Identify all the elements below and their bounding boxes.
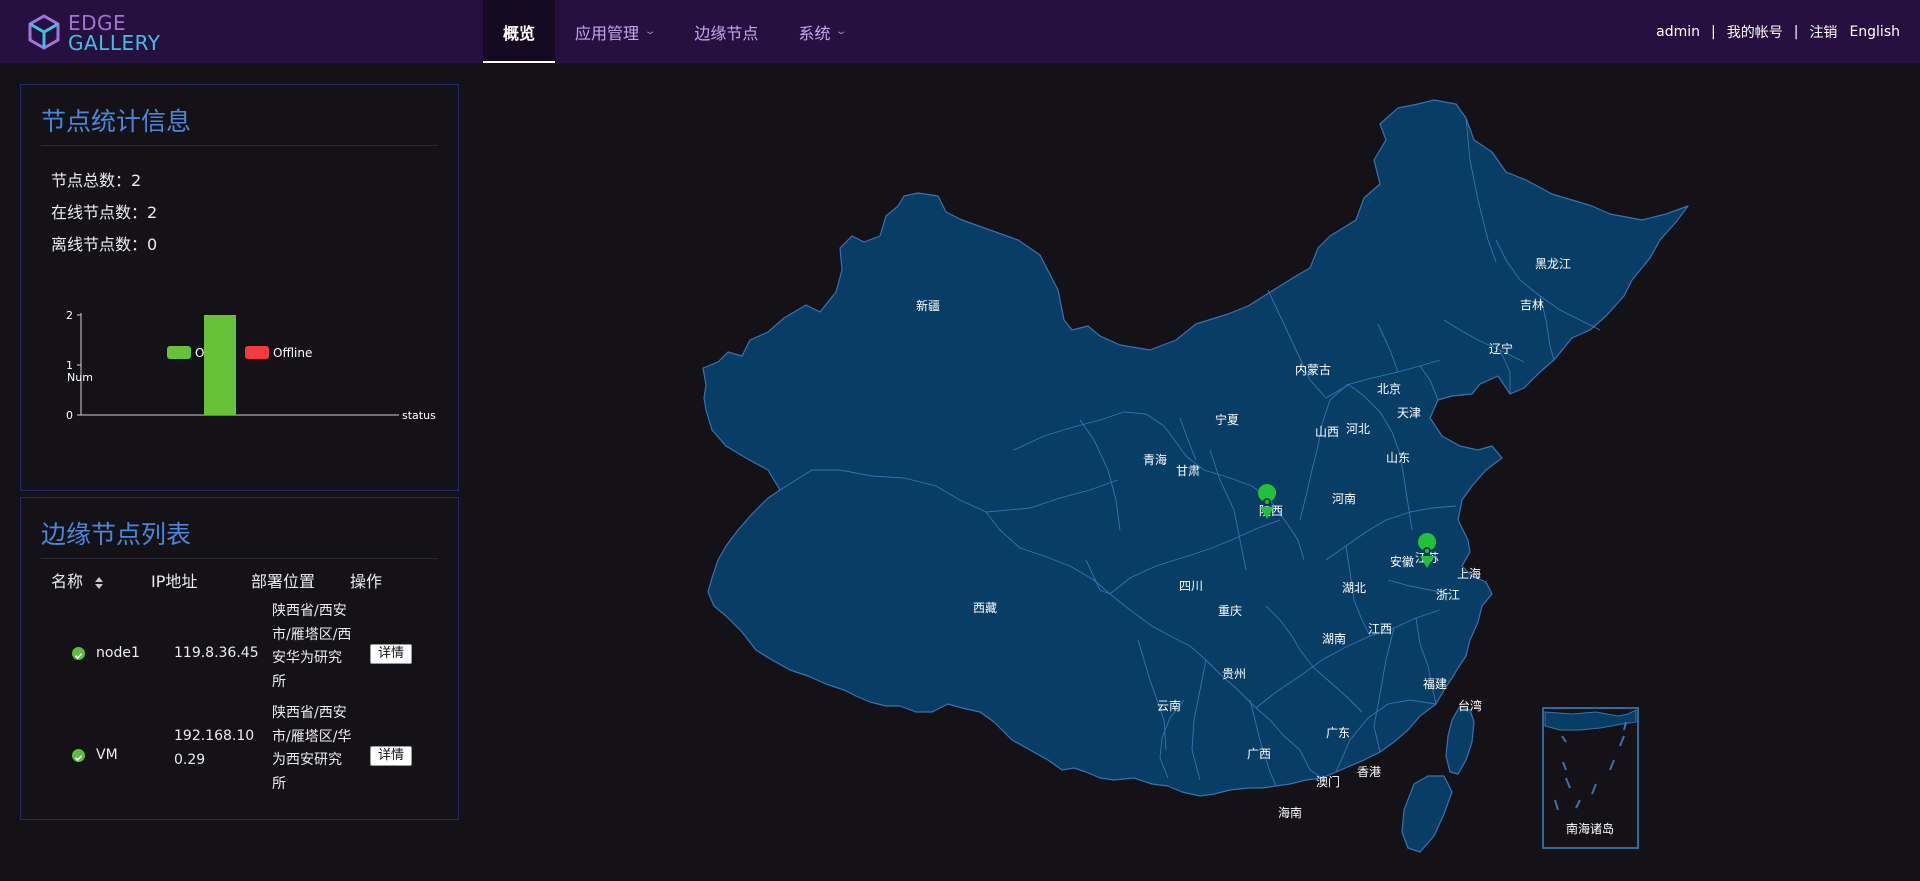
province-label: 上海	[1457, 566, 1481, 581]
province-label: 云南	[1157, 698, 1181, 713]
province-label: 广东	[1326, 726, 1350, 740]
china-map[interactable]: 南海诸岛 新疆 西藏 青海 甘肃 宁夏 内蒙古 北京 天津 河北 山西 山东 河…	[0, 63, 1920, 881]
province-label: 天津	[1397, 406, 1421, 420]
province-label: 辽宁	[1489, 341, 1513, 356]
province-label: 重庆	[1218, 604, 1242, 618]
username[interactable]: admin	[1656, 24, 1700, 40]
separator: |	[1793, 23, 1799, 40]
nav-system[interactable]: 系统 ⌄	[778, 0, 865, 63]
nav-overview[interactable]: 概览	[483, 0, 556, 63]
province-label: 西藏	[973, 601, 997, 615]
province-label: 青海	[1143, 452, 1167, 467]
province-label: 山东	[1386, 451, 1410, 465]
province-label: 河南	[1332, 491, 1356, 506]
province-label: 广西	[1247, 747, 1271, 761]
province-label: 山西	[1315, 425, 1339, 439]
language-switch[interactable]: English	[1849, 24, 1900, 40]
province-label: 黑龙江	[1535, 257, 1571, 271]
main-navigation: 概览 应用管理 ⌄ 边缘节点 系统 ⌄	[483, 0, 866, 63]
nav-overview-label: 概览	[503, 23, 536, 43]
cube-logo-icon	[28, 14, 60, 50]
province-label: 宁夏	[1215, 412, 1239, 427]
province-label: 吉林	[1520, 298, 1544, 312]
user-menu: admin | 我的帐号 | 注销 English	[1656, 0, 1900, 63]
province-label: 北京	[1377, 382, 1401, 396]
province-label: 新疆	[916, 298, 940, 313]
province-label: 湖南	[1322, 631, 1346, 646]
chevron-down-icon: ⌄	[835, 26, 848, 37]
province-label: 香港	[1357, 765, 1381, 779]
my-account-link[interactable]: 我的帐号	[1727, 22, 1783, 42]
province-label: 浙江	[1436, 588, 1460, 602]
province-label: 安徽	[1390, 554, 1414, 569]
logout-link[interactable]: 注销	[1809, 22, 1837, 42]
nav-app-management[interactable]: 应用管理 ⌄	[555, 0, 674, 63]
province-label: 湖北	[1342, 580, 1366, 595]
province-label: 甘肃	[1176, 464, 1200, 478]
nav-system-label: 系统	[798, 23, 831, 43]
province-label: 福建	[1423, 676, 1447, 691]
province-label: 海南	[1278, 805, 1302, 820]
chevron-down-icon: ⌄	[643, 26, 657, 37]
nav-edge-nodes[interactable]: 边缘节点	[674, 0, 778, 63]
province-label: 四川	[1179, 579, 1203, 593]
province-label: 河北	[1346, 422, 1370, 436]
province-label: 澳门	[1316, 774, 1340, 789]
province-label: 江西	[1368, 622, 1392, 636]
south-china-sea-inset: 南海诸岛	[1542, 707, 1639, 849]
province-label: 贵州	[1222, 667, 1246, 681]
inset-label: 南海诸岛	[1566, 821, 1614, 836]
logo-text-edge: EDGE	[68, 11, 127, 35]
logo-text-gallery: GALLERY	[68, 31, 161, 55]
top-navigation-bar: EDGE GALLERY 概览 应用管理 ⌄ 边缘节点 系统 ⌄ admin |…	[0, 0, 1920, 63]
province-label: 台湾	[1458, 698, 1482, 713]
province-label: 内蒙古	[1295, 362, 1331, 377]
nav-app-management-label: 应用管理	[575, 23, 640, 43]
separator: |	[1711, 23, 1716, 40]
logo[interactable]: EDGE GALLERY	[28, 13, 163, 53]
nav-edge-nodes-label: 边缘节点	[694, 23, 759, 43]
